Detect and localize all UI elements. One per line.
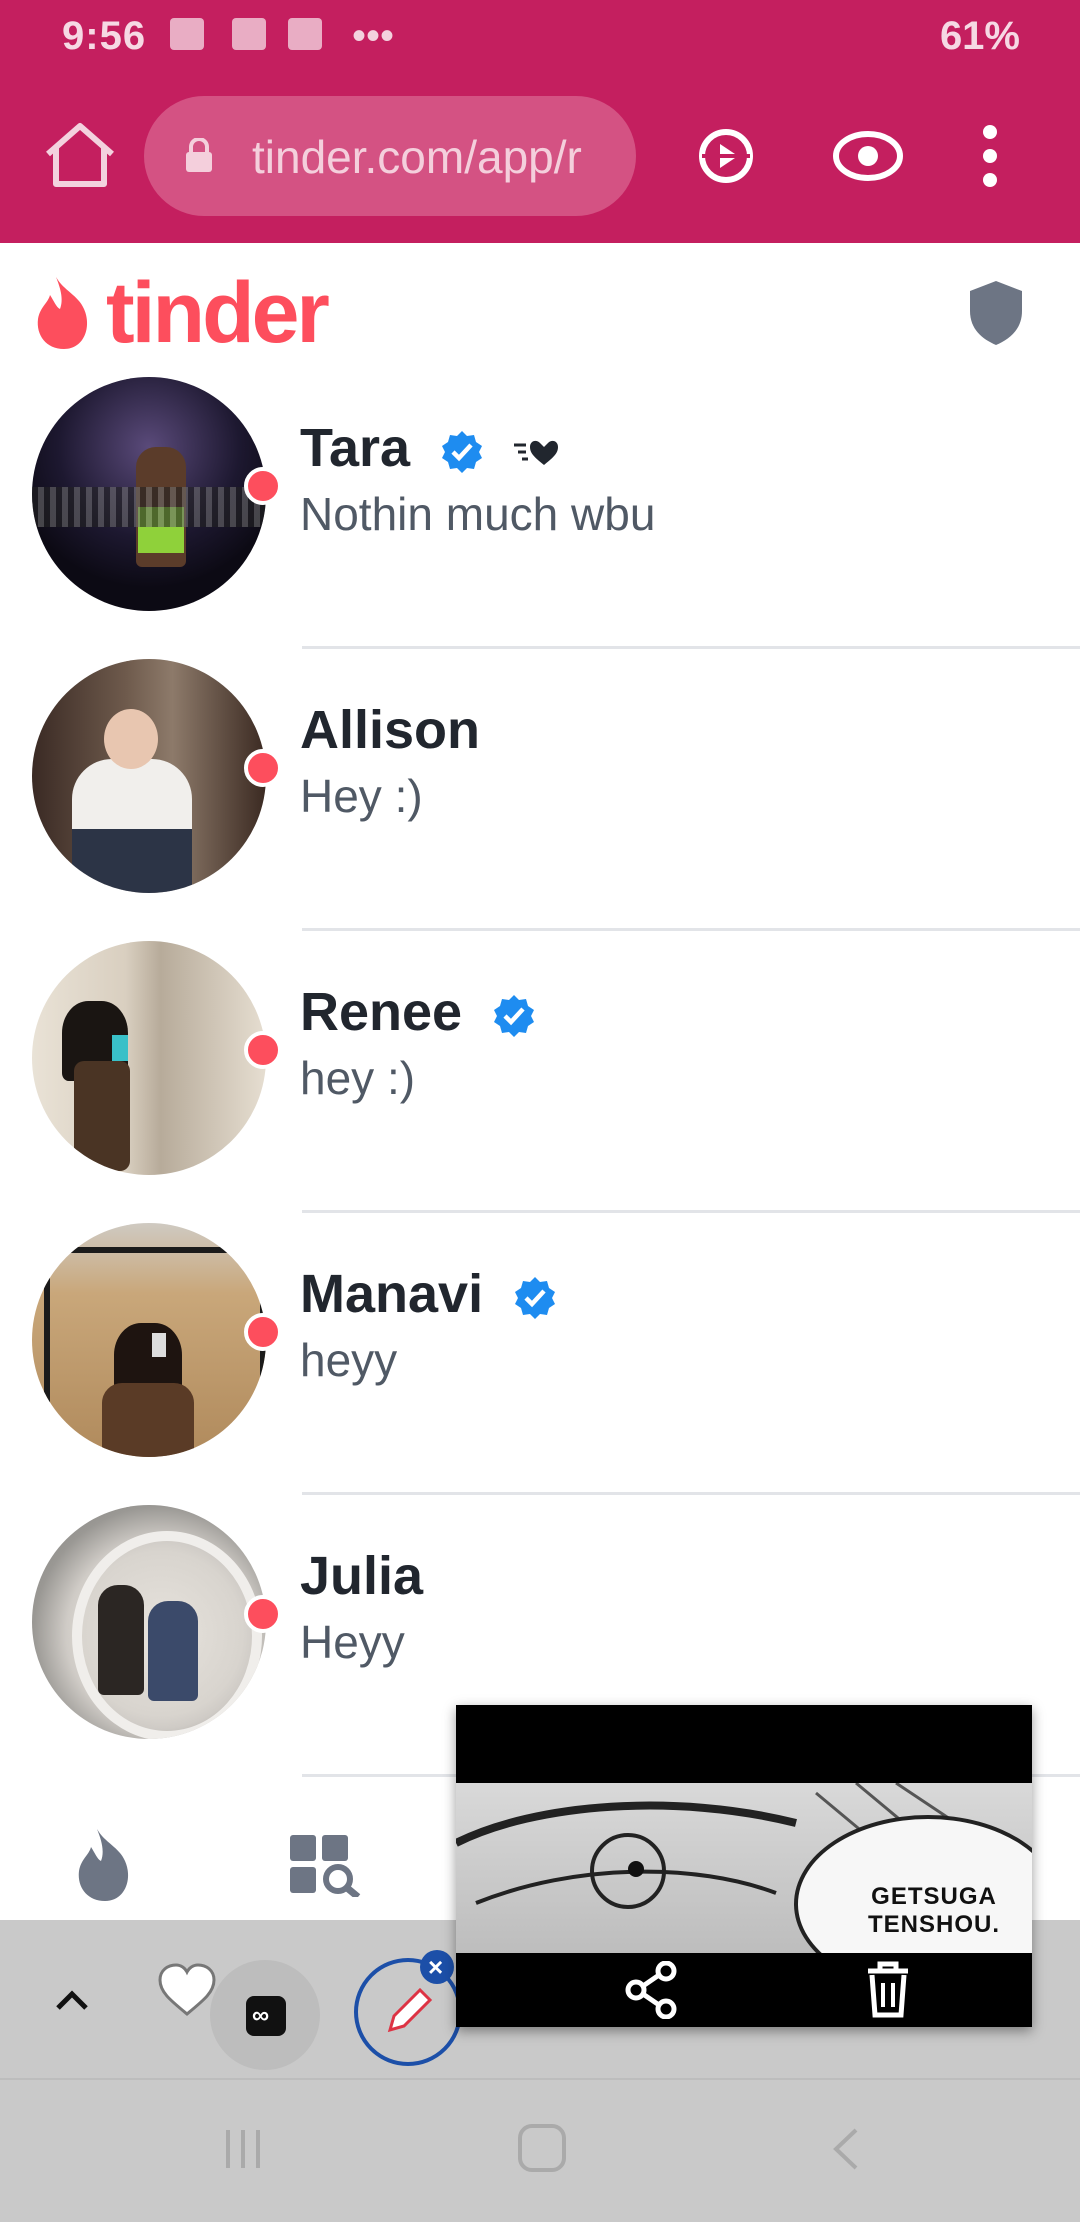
url-row: tinder.com/app/r bbox=[0, 96, 1080, 216]
flame-icon bbox=[37, 277, 88, 349]
logo-text: tinder bbox=[106, 265, 330, 361]
url-bar[interactable]: tinder.com/app/r bbox=[144, 96, 636, 216]
contact-name: Allison bbox=[300, 699, 480, 761]
contact-name-text: Julia bbox=[300, 1546, 424, 1606]
browser-top-bar: 9:56 ••• 61% tinder.com/app/r bbox=[0, 0, 1080, 243]
message-list: Tara Nothin much wbu Allison Hey :) Rene… bbox=[0, 373, 1080, 1785]
pencil-icon bbox=[387, 1987, 433, 2033]
explore-tab-icon[interactable] bbox=[288, 1833, 364, 1897]
speech-bubble-text: GETSUGA TENSHOU. bbox=[834, 1883, 1032, 1939]
contact-name-text: Tara bbox=[300, 418, 411, 478]
gallery-notification-icon bbox=[170, 18, 204, 50]
conversation-row[interactable]: Renee hey :) bbox=[0, 931, 1080, 1213]
status-time: 9:56 bbox=[62, 14, 147, 58]
lock-icon bbox=[186, 138, 212, 172]
avatar bbox=[32, 1505, 266, 1739]
bubble-line-2: TENSHOU. bbox=[867, 1911, 1000, 1938]
online-indicator bbox=[244, 749, 282, 787]
back-icon[interactable] bbox=[826, 2124, 866, 2174]
online-indicator bbox=[244, 1595, 282, 1633]
last-message: Hey :) bbox=[300, 770, 423, 822]
last-message: heyy bbox=[300, 1334, 398, 1386]
more-notifications-icon: ••• bbox=[352, 14, 395, 58]
url-text: tinder.com/app/r bbox=[252, 131, 582, 183]
safety-shield-icon[interactable] bbox=[966, 279, 1026, 347]
avatar bbox=[32, 1223, 266, 1457]
battery-level: 61% bbox=[939, 14, 1020, 58]
tracking-protection-icon[interactable] bbox=[828, 118, 908, 194]
message-notification-icon bbox=[232, 18, 266, 50]
share-icon[interactable] bbox=[624, 1961, 680, 2019]
warning-notification-icon bbox=[288, 18, 322, 50]
app-shortcut-bubble[interactable]: ∞ bbox=[210, 1960, 320, 2070]
more-options-icon[interactable] bbox=[950, 118, 1030, 194]
verified-badge-icon bbox=[494, 994, 535, 1037]
online-indicator bbox=[244, 467, 282, 505]
last-message: Heyy bbox=[300, 1616, 405, 1668]
avatar bbox=[32, 941, 266, 1175]
recents-icon[interactable] bbox=[218, 2124, 268, 2174]
contact-name-text: Manavi bbox=[300, 1264, 484, 1324]
last-message: Nothin much wbu bbox=[300, 488, 656, 540]
home-nav-icon[interactable] bbox=[514, 2120, 570, 2176]
contact-name: Tara bbox=[300, 417, 562, 479]
tinder-logo[interactable]: tinder bbox=[34, 265, 330, 361]
super-like-sent-icon bbox=[514, 440, 559, 465]
flame-tab-icon[interactable] bbox=[70, 1825, 144, 1905]
contact-name: Renee bbox=[300, 981, 537, 1043]
online-indicator bbox=[244, 1313, 282, 1351]
preview-image: GETSUGA TENSHOU. bbox=[456, 1783, 1032, 1953]
conversation-row[interactable]: Allison Hey :) bbox=[0, 649, 1080, 931]
verified-badge-icon bbox=[515, 1276, 556, 1319]
online-indicator bbox=[244, 1031, 282, 1069]
close-icon[interactable]: × bbox=[420, 1950, 454, 1984]
infinity-app-icon: ∞ bbox=[246, 1996, 286, 2036]
status-bar: 9:56 ••• 61% bbox=[0, 0, 1080, 76]
conversation-row[interactable]: Tara Nothin much wbu bbox=[0, 373, 1080, 649]
bubble-line-1: GETSUGA bbox=[871, 1883, 997, 1910]
verified-badge-icon bbox=[442, 430, 483, 473]
avatar bbox=[32, 377, 266, 611]
last-message: hey :) bbox=[300, 1052, 416, 1104]
contact-name-text: Allison bbox=[300, 700, 481, 760]
conversation-row[interactable]: Manavi heyy bbox=[0, 1213, 1080, 1495]
contact-name-text: Renee bbox=[300, 982, 463, 1042]
screenshot-preview-overlay[interactable]: GETSUGA TENSHOU. bbox=[456, 1705, 1032, 2027]
contact-name: Julia bbox=[300, 1545, 423, 1607]
trash-icon[interactable] bbox=[864, 1959, 912, 2019]
app-header: tinder bbox=[0, 243, 1080, 373]
heart-icon[interactable] bbox=[156, 1962, 218, 2018]
chevron-up-icon[interactable] bbox=[54, 1988, 90, 2012]
home-icon[interactable] bbox=[40, 120, 120, 190]
video-download-icon[interactable] bbox=[688, 118, 768, 194]
system-nav-bar bbox=[0, 2078, 1080, 2222]
contact-name: Manavi bbox=[300, 1263, 558, 1325]
avatar bbox=[32, 659, 266, 893]
